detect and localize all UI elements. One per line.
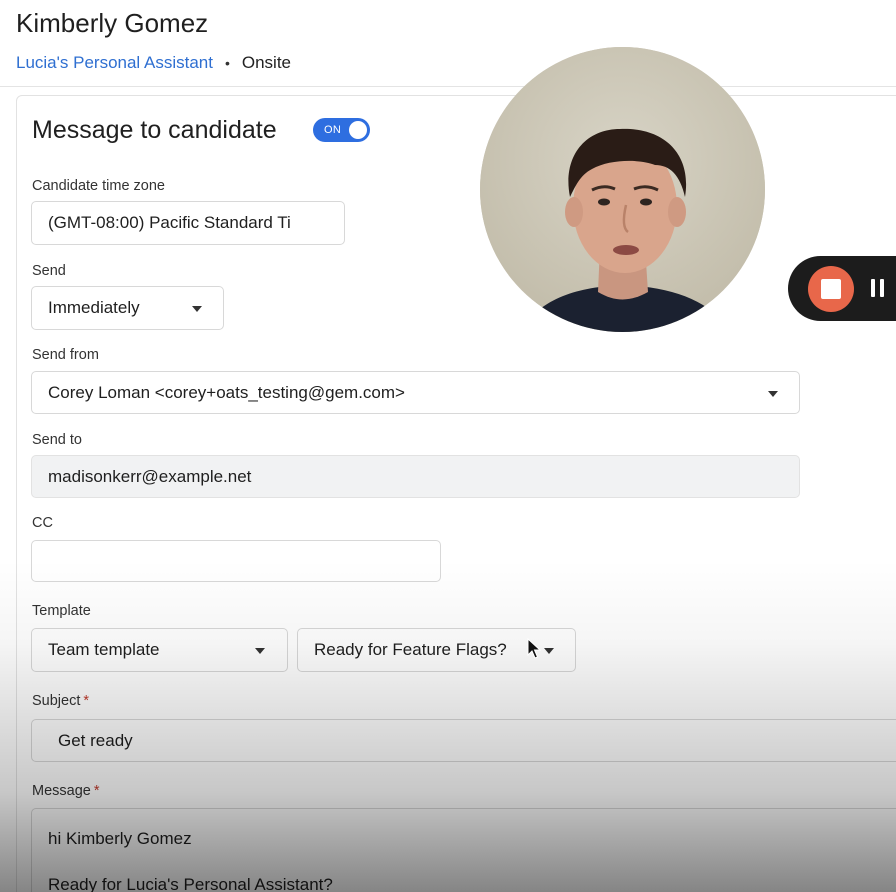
template-type-value: Team template — [48, 640, 160, 659]
send-timing-select[interactable]: Immediately — [31, 286, 224, 330]
chevron-down-icon — [255, 648, 265, 654]
page-header: Kimberly Gomez Lucia's Personal Assistan… — [0, 0, 896, 87]
chevron-down-icon — [768, 390, 778, 397]
breadcrumb: Lucia's Personal Assistant • Onsite — [16, 53, 291, 73]
mouse-cursor-icon — [527, 638, 541, 659]
stage-label: Onsite — [241, 53, 292, 72]
subject-input[interactable]: Get ready — [31, 719, 896, 762]
send-from-select[interactable]: Corey Loman <corey+oats_testing@gem.com> — [31, 371, 800, 414]
send-from-value: Corey Loman <corey+oats_testing@gem.com> — [48, 382, 405, 402]
chevron-down-icon — [192, 306, 202, 312]
required-asterisk: * — [93, 783, 100, 799]
message-label-text: Message — [32, 783, 91, 799]
toggle-label: ON — [324, 124, 342, 136]
panel-title: Message to candidate — [32, 116, 277, 144]
required-asterisk: * — [83, 693, 90, 709]
send-to-field: madisonkerr@example.net — [31, 455, 800, 498]
message-label: Message * — [32, 783, 100, 799]
template-name-value: Ready for Feature Flags? — [314, 640, 507, 659]
message-editor[interactable]: hi Kimberly Gomez Ready for Lucia's Pers… — [31, 808, 896, 892]
message-line-1: hi Kimberly Gomez — [48, 829, 192, 848]
cc-label: CC — [32, 515, 53, 531]
template-label: Template — [32, 603, 91, 619]
separator-dot: • — [224, 55, 230, 71]
stop-square-icon — [821, 279, 841, 299]
webcam-person-image — [480, 47, 765, 332]
subject-value: Get ready — [58, 730, 133, 750]
send-label: Send — [32, 263, 66, 279]
chevron-down-icon — [544, 648, 554, 654]
message-toggle[interactable]: ON — [313, 118, 370, 142]
stop-recording-button[interactable] — [808, 266, 854, 312]
webcam-bubble[interactable] — [480, 47, 765, 332]
cc-input[interactable] — [31, 540, 441, 582]
send-from-label: Send from — [32, 347, 99, 363]
toggle-knob — [349, 121, 367, 139]
timezone-select[interactable]: (GMT-08:00) Pacific Standard Ti — [31, 201, 345, 245]
timezone-label: Candidate time zone — [32, 178, 165, 194]
subject-label: Subject * — [32, 693, 89, 709]
subject-label-text: Subject — [32, 693, 81, 709]
pause-icon[interactable] — [871, 279, 887, 299]
template-type-select[interactable]: Team template — [31, 628, 288, 672]
send-to-value: madisonkerr@example.net — [48, 466, 252, 486]
message-line-2: Ready for Lucia's Personal Assistant? — [48, 875, 333, 892]
send-timing-value: Immediately — [48, 298, 140, 317]
send-to-label: Send to — [32, 432, 82, 448]
timezone-value: (GMT-08:00) Pacific Standard Ti — [48, 213, 291, 232]
job-link[interactable]: Lucia's Personal Assistant — [16, 53, 213, 73]
candidate-name: Kimberly Gomez — [16, 8, 209, 38]
